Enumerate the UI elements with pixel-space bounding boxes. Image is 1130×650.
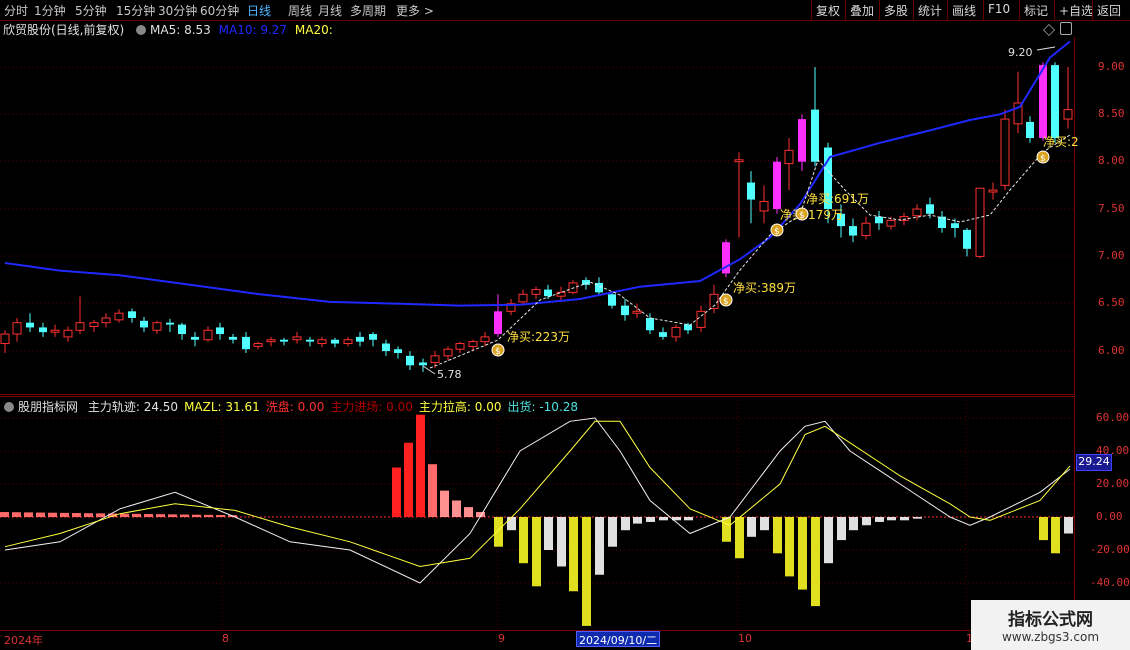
chart-settings-icon[interactable]	[1043, 24, 1055, 36]
period-tab-4[interactable]: 30分钟	[158, 2, 197, 19]
collapse-icon[interactable]	[136, 25, 147, 35]
period-toolbar: 分时 1分钟 5分钟 15分钟 30分钟 60分钟 日线 周线 月线 多周期 更多 > 复权 叠加 多股统…	[0, 0, 1130, 21]
price-axis-label: 8.00	[1098, 154, 1125, 167]
toolbar-separator	[1019, 0, 1020, 20]
period-tab-3[interactable]: 15分钟	[116, 2, 155, 19]
date-axis-label: 10	[738, 632, 752, 645]
window-icon[interactable]	[1060, 22, 1072, 35]
toolbar-button-8[interactable]: 返回	[1097, 2, 1121, 19]
price-panel-frame	[0, 37, 1075, 395]
indicator-axis-label: -40.00	[1090, 576, 1130, 589]
date-axis-label: 2024年	[4, 634, 43, 647]
indicator-item-3: 主力进场: 0.00	[330, 400, 413, 414]
toolbar-separator	[913, 0, 914, 20]
ma10-label: MA10: 9.27	[218, 23, 288, 37]
date-axis-label: 8	[222, 632, 229, 645]
toolbar-button-7[interactable]: +自选	[1059, 2, 1093, 19]
period-tab-9[interactable]: 多周期	[350, 2, 386, 19]
indicator-info: 股朋指标网 主力轨迹: 24.50 MAZL: 31.61 洗盘: 0.00 主力进场…	[0, 398, 578, 414]
watermark: 指标公式网 www.zbgs3.com	[971, 600, 1130, 650]
date-cursor: 2024/09/10/二	[576, 631, 661, 647]
period-tab-10[interactable]: 更多 >	[396, 2, 434, 19]
price-axis-label: 9.00	[1098, 60, 1125, 73]
toolbar-separator	[1054, 0, 1055, 20]
date-axis-label: 9	[498, 632, 505, 645]
toolbar-button-5[interactable]: F10	[988, 2, 1010, 16]
toolbar-button-4[interactable]: 画线	[952, 2, 976, 19]
price-axis-label: 6.00	[1098, 344, 1125, 357]
toolbar-separator	[947, 0, 948, 20]
toolbar-separator	[879, 0, 880, 20]
toolbar-separator	[845, 0, 846, 20]
indicator-axis-label: 60.00	[1096, 411, 1130, 424]
watermark-url: www.zbgs3.com	[1001, 630, 1100, 644]
indicator-item-5: 出货: -10.28	[507, 400, 579, 414]
indicator-item-1: MAZL: 31.61	[184, 400, 260, 414]
stock-title: 欣贸股份(日线,前复权)	[3, 23, 125, 37]
indicator-axis-label: 20.00	[1096, 477, 1130, 490]
toolbar-button-6[interactable]: 标记	[1024, 2, 1048, 19]
period-tab-0[interactable]: 分时	[4, 2, 28, 19]
period-tab-2[interactable]: 5分钟	[75, 2, 107, 19]
toolbar-button-1[interactable]: 叠加	[850, 2, 874, 19]
price-axis-label: 8.50	[1098, 107, 1125, 120]
price-axis-label: 7.50	[1098, 202, 1125, 215]
indicator-axis-label: 0.00	[1096, 510, 1123, 523]
indicator-collapse-icon[interactable]	[4, 402, 14, 412]
toolbar-separator	[1092, 0, 1093, 20]
main-chart-info: 欣贸股份(日线,前复权) MA5: 8.53 MA10: 9.27 MA20:	[0, 21, 333, 37]
period-tab-1[interactable]: 1分钟	[34, 2, 66, 19]
toolbar-separator	[983, 0, 984, 20]
watermark-title: 指标公式网	[1008, 610, 1093, 630]
toolbar-separator	[811, 0, 812, 20]
indicator-name: 股朋指标网	[18, 400, 79, 414]
toolbar-button-2[interactable]: 多股	[884, 2, 908, 19]
indicator-axis-label: -20.00	[1090, 543, 1130, 556]
toolbar-button-3[interactable]: 统计	[918, 2, 942, 19]
indicator-item-2: 洗盘: 0.00	[265, 400, 325, 414]
indicator-current-value: 29.24	[1076, 454, 1112, 471]
period-tab-6[interactable]: 日线	[247, 2, 271, 19]
price-axis-label: 6.50	[1098, 296, 1125, 309]
indicator-item-4: 主力拉高: 0.00	[418, 400, 502, 414]
period-tab-7[interactable]: 周线	[288, 2, 312, 19]
ma20-label: MA20:	[294, 23, 333, 37]
indicator-panel-frame	[0, 396, 1075, 631]
toolbar-button-0[interactable]: 复权	[816, 2, 840, 19]
ma5-label: MA5: 8.53	[150, 23, 211, 37]
period-tab-8[interactable]: 月线	[318, 2, 342, 19]
price-axis-label: 7.00	[1098, 249, 1125, 262]
period-tab-5[interactable]: 60分钟	[200, 2, 239, 19]
indicator-item-0: 主力轨迹: 24.50	[87, 400, 179, 414]
